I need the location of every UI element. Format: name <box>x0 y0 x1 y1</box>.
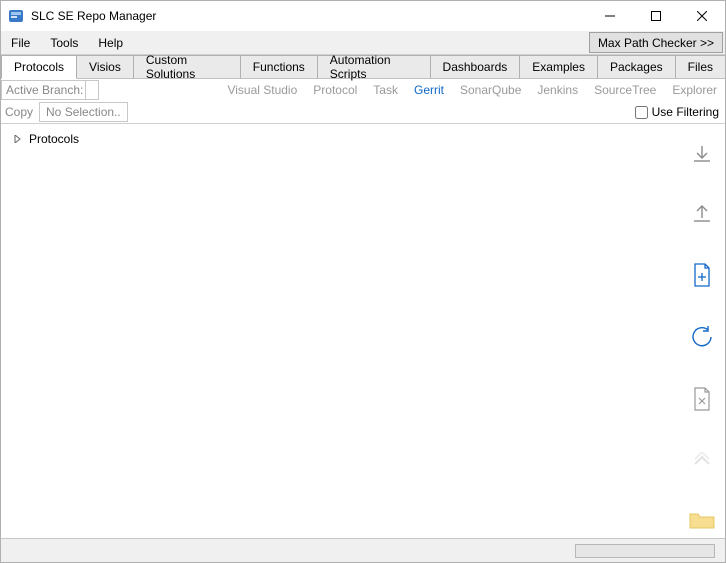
use-filtering-label: Use Filtering <box>652 105 719 119</box>
active-branch-label: Active Branch: <box>1 80 85 100</box>
tab-protocols[interactable]: Protocols <box>1 55 77 79</box>
new-file-button[interactable] <box>688 262 716 288</box>
side-toolbar <box>679 124 725 538</box>
minimize-button[interactable] <box>587 1 633 31</box>
sync-icon <box>689 324 715 350</box>
statusbar <box>1 538 725 562</box>
titlebar: SLC SE Repo Manager <box>1 1 725 31</box>
app-window: SLC SE Repo Manager File Tools Help Max … <box>0 0 726 563</box>
link-protocol[interactable]: Protocol <box>305 83 365 97</box>
sync-button[interactable] <box>688 324 716 350</box>
use-filtering-toggle[interactable]: Use Filtering <box>635 105 725 119</box>
menu-file[interactable]: File <box>1 31 40 54</box>
tree-root-node[interactable]: Protocols <box>5 130 675 148</box>
download-button[interactable] <box>688 142 716 166</box>
new-file-icon <box>691 262 713 288</box>
delete-file-button[interactable] <box>688 386 716 412</box>
tab-examples[interactable]: Examples <box>519 55 598 78</box>
open-folder-button[interactable] <box>688 508 716 532</box>
link-task[interactable]: Task <box>365 83 406 97</box>
tab-functions[interactable]: Functions <box>240 55 318 78</box>
tab-custom-solutions[interactable]: Custom Solutions <box>133 55 241 78</box>
selection-box[interactable]: No Selection.. <box>39 102 128 122</box>
content-area: Protocols <box>1 123 725 538</box>
link-visual-studio[interactable]: Visual Studio <box>219 83 305 97</box>
tabstrip: Protocols Visios Custom Solutions Functi… <box>1 55 725 79</box>
link-gerrit[interactable]: Gerrit <box>406 83 452 97</box>
scroll-up-button[interactable] <box>688 448 716 472</box>
use-filtering-checkbox[interactable] <box>635 106 648 119</box>
link-jenkins[interactable]: Jenkins <box>529 83 586 97</box>
menu-help[interactable]: Help <box>88 31 133 54</box>
close-button[interactable] <box>679 1 725 31</box>
tab-dashboards[interactable]: Dashboards <box>430 55 521 78</box>
link-explorer[interactable]: Explorer <box>664 83 725 97</box>
branch-bar: Active Branch: Visual Studio Protocol Ta… <box>1 79 725 101</box>
copy-label: Copy <box>1 105 39 119</box>
tab-visios[interactable]: Visios <box>76 55 134 78</box>
active-branch-field[interactable] <box>85 80 99 100</box>
tab-files[interactable]: Files <box>675 55 726 78</box>
tab-automation-scripts[interactable]: Automation Scripts <box>317 55 431 78</box>
tree-root-label: Protocols <box>29 132 79 146</box>
upload-button[interactable] <box>688 202 716 226</box>
menu-tools[interactable]: Tools <box>40 31 88 54</box>
tab-packages[interactable]: Packages <box>597 55 676 78</box>
progress-bar <box>575 544 715 558</box>
max-path-checker-button[interactable]: Max Path Checker >> <box>589 32 723 53</box>
download-icon <box>691 143 713 165</box>
link-sourcetree[interactable]: SourceTree <box>586 83 664 97</box>
upload-icon <box>691 203 713 225</box>
caret-right-icon <box>13 134 23 144</box>
window-title: SLC SE Repo Manager <box>31 9 156 23</box>
copy-bar: Copy No Selection.. Use Filtering <box>1 101 725 123</box>
tree-view[interactable]: Protocols <box>1 124 679 538</box>
maximize-button[interactable] <box>633 1 679 31</box>
delete-file-icon <box>691 386 713 412</box>
menubar: File Tools Help Max Path Checker >> <box>1 31 725 55</box>
app-icon <box>7 7 25 25</box>
chevron-up-icon <box>691 452 713 468</box>
link-sonarqube[interactable]: SonarQube <box>452 83 529 97</box>
folder-icon <box>688 510 716 530</box>
